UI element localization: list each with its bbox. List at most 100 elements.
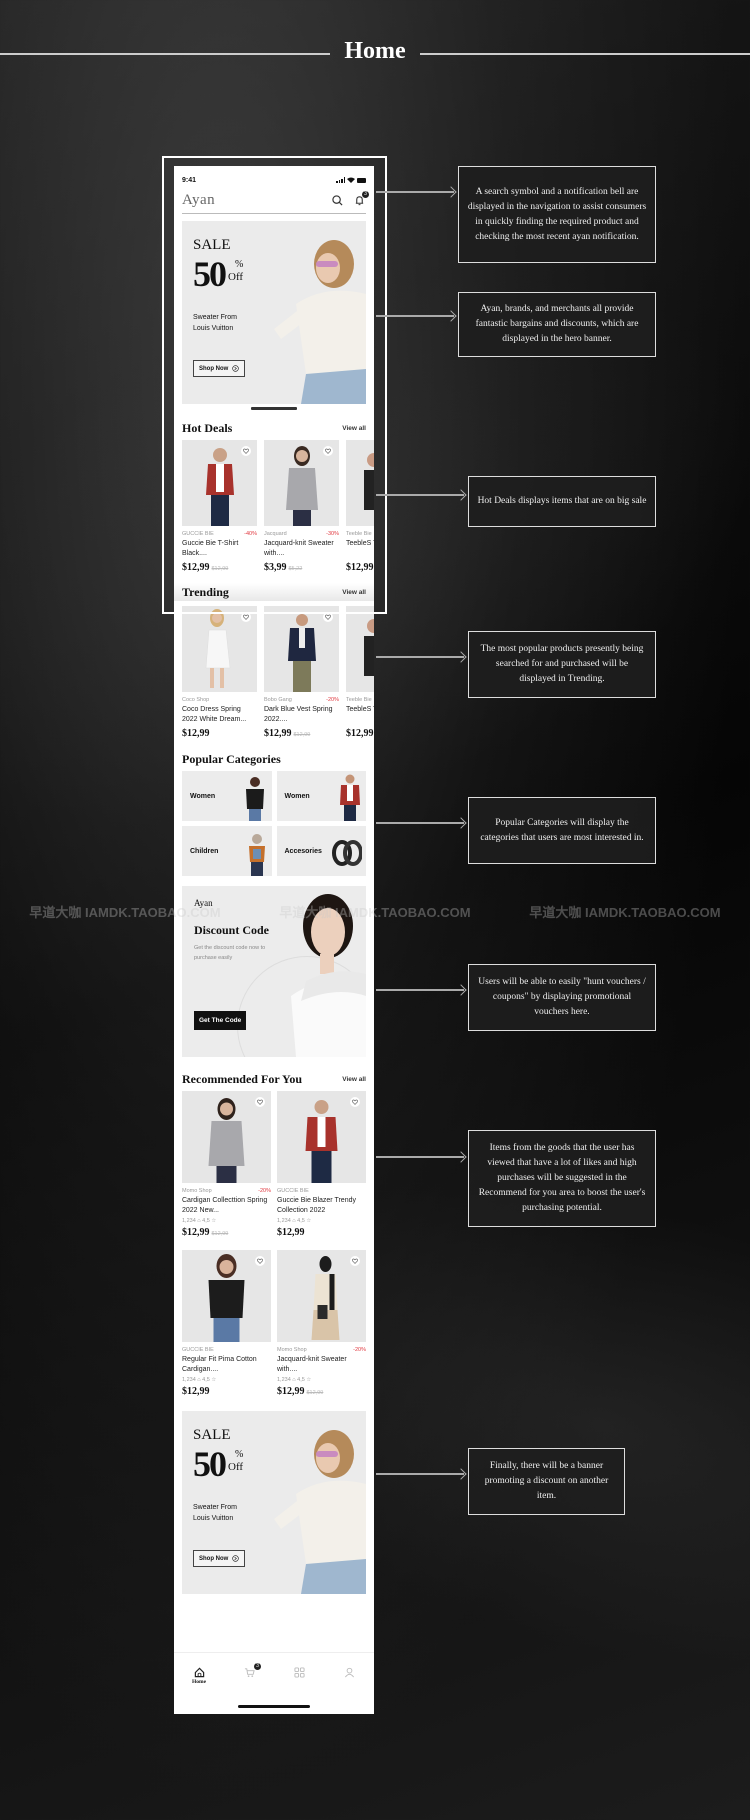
product-card[interactable]: Bobo Gang -20% Dark Blue Vest Spring 2022… (264, 606, 339, 739)
bottom-promo-banner[interactable]: SALE 50 % Off Sweater From Louis Vuitton… (182, 1411, 366, 1594)
category-children[interactable]: Children (182, 826, 272, 876)
favorite-button[interactable] (323, 446, 333, 456)
hot-deals-view-all[interactable]: View all (342, 425, 366, 432)
tab-home[interactable]: Home (184, 1667, 214, 1685)
home-indicator (238, 1705, 310, 1708)
annotation-navigation: A search symbol and a notification bell … (458, 166, 656, 263)
product-image (182, 440, 257, 526)
product-brand: Coco Shop (182, 697, 210, 703)
category-men-image (340, 774, 360, 821)
product-image (346, 440, 374, 526)
arrow-circle-icon (232, 1555, 240, 1562)
heart-icon (325, 448, 331, 454)
star-icon: ☆ (211, 1377, 217, 1383)
trending-header: Trending View all (174, 583, 374, 601)
product-card[interactable]: Jacquard -30% Jacquard-knit Sweater with.… (264, 440, 339, 573)
product-image (264, 440, 339, 526)
annotation-discount-code: Users will be able to easily "hunt vouch… (468, 964, 656, 1031)
annotation-trending: The most popular products presently bein… (468, 631, 656, 698)
category-accessories[interactable]: Accesories (276, 826, 366, 876)
bag-icon: ⌂ (197, 1218, 201, 1224)
product-image (182, 606, 257, 692)
product-rating: 1,234 ⌂ 4,5 ☆ (182, 1377, 271, 1383)
arrow-circle-icon (232, 365, 240, 372)
category-children-image (248, 834, 265, 876)
product-name: Jacquard-knit Sweater with.... (277, 1356, 347, 1373)
trending-view-all[interactable]: View all (342, 589, 366, 596)
header-divider-right (420, 53, 750, 55)
product-discount: -20% (353, 1347, 366, 1353)
annotation-arrow (376, 191, 454, 193)
star-icon: ☆ (306, 1377, 312, 1383)
shop-now-label: Shop Now (199, 365, 229, 372)
rating-value: 4,5 (297, 1377, 305, 1383)
star-icon: ☆ (211, 1218, 217, 1224)
category-label: Children (190, 847, 219, 855)
product-price: $12,99 (277, 1227, 305, 1238)
phone-screen: 9:41 Ayan 3 SALE 50 % Off Sweater From L… (174, 166, 374, 1714)
recommended-view-all[interactable]: View all (342, 1076, 366, 1083)
category-label: Accesories (284, 847, 322, 855)
recommended-header: Recommended For You View all (174, 1067, 374, 1091)
product-card[interactable]: GUCCIE BIE Regular Fit Pima Cotton Cardi… (182, 1250, 271, 1397)
product-card[interactable]: Coco Shop Coco Dress Spring 2022 White D… (182, 606, 257, 739)
search-button[interactable] (330, 194, 344, 208)
annotation-recommended: Items from the goods that the user has v… (468, 1130, 656, 1227)
annotation-arrow (376, 1473, 464, 1475)
product-price: $12,99 (277, 1386, 305, 1397)
product-card[interactable]: Teeble Bie TeebleS Turtleneck $12,99 (346, 606, 374, 739)
hero-banner[interactable]: SALE 50 % Off Sweater From Louis Vuitton… (182, 221, 366, 404)
product-card[interactable]: Momo Shop -20% Cardigan Collecttion Sprin… (182, 1091, 271, 1238)
favorite-button[interactable] (241, 612, 251, 622)
tab-categories[interactable] (284, 1667, 314, 1685)
favorite-button[interactable] (255, 1256, 265, 1266)
heart-icon (325, 614, 331, 620)
favorite-button[interactable] (323, 612, 333, 622)
shop-now-button[interactable]: Shop Now (193, 360, 246, 377)
product-name: TeebleS Turtleneck (346, 540, 374, 547)
categories-title: Popular Categories (182, 751, 281, 766)
favorite-button[interactable] (241, 446, 251, 456)
product-image (182, 1091, 271, 1183)
likes-count: 1,234 (277, 1218, 291, 1224)
category-men[interactable]: Women (276, 771, 366, 821)
tab-profile[interactable] (334, 1667, 364, 1685)
product-card[interactable]: GUCCIE BIE -40% Guccie Bie T-Shirt Black.… (182, 440, 257, 573)
product-brand: GUCCIE BIE (182, 531, 214, 537)
category-women[interactable]: Women (182, 771, 272, 821)
hero-carousel-indicator[interactable] (251, 407, 297, 410)
get-the-code-button[interactable]: Get The Code (194, 1011, 247, 1030)
notification-button[interactable]: 3 (352, 190, 369, 208)
banner-shop-now-button[interactable]: Shop Now (193, 1550, 246, 1567)
model-black-top-image (364, 619, 374, 676)
favorite-button[interactable] (255, 1097, 265, 1107)
product-card[interactable]: GUCCIE BIE Guccie Bie Blazer Trendy Coll… (277, 1091, 366, 1238)
product-image (277, 1091, 366, 1183)
product-old-price: $12,99 (211, 566, 229, 572)
product-name: Coco Dress Spring 2022 White Dream... (182, 706, 247, 723)
annotation-bottom-banner: Finally, there will be a banner promotin… (468, 1448, 625, 1515)
rating-value: 4,5 (202, 1218, 210, 1224)
product-old-price: $12,99 (306, 1390, 324, 1396)
watermark-text: 早道大咖 IAMDK.TAOBAO.COM (279, 905, 471, 920)
product-price: $12,99 (346, 562, 374, 573)
favorite-button[interactable] (350, 1097, 360, 1107)
favorite-button[interactable] (350, 1256, 360, 1266)
hero-subtitle: Sweater From Louis Vuitton (193, 314, 237, 332)
categories-header: Popular Categories (174, 747, 374, 771)
banner-percent-sign: % (235, 1449, 244, 1460)
product-card[interactable]: Momo Shop -20% Jacquard-knit Sweater with… (277, 1250, 366, 1397)
trending-title: Trending (182, 584, 229, 599)
annotation-arrow (376, 494, 464, 496)
product-old-price: $12,99 (293, 732, 311, 738)
bag-icon: ⌂ (197, 1377, 201, 1383)
app-logo: Ayan (182, 192, 216, 208)
rating-value: 4,5 (297, 1218, 305, 1224)
product-discount: -30% (326, 531, 339, 537)
product-discount: -20% (258, 1188, 271, 1194)
banner-off-label: Off (228, 1461, 244, 1473)
category-label: Women (190, 792, 216, 800)
notification-badge: 3 (362, 190, 369, 198)
product-card[interactable]: Teeble Bie TeebleS Turtleneck $12,99 (346, 440, 374, 573)
tab-cart[interactable]: 3 (234, 1663, 264, 1685)
